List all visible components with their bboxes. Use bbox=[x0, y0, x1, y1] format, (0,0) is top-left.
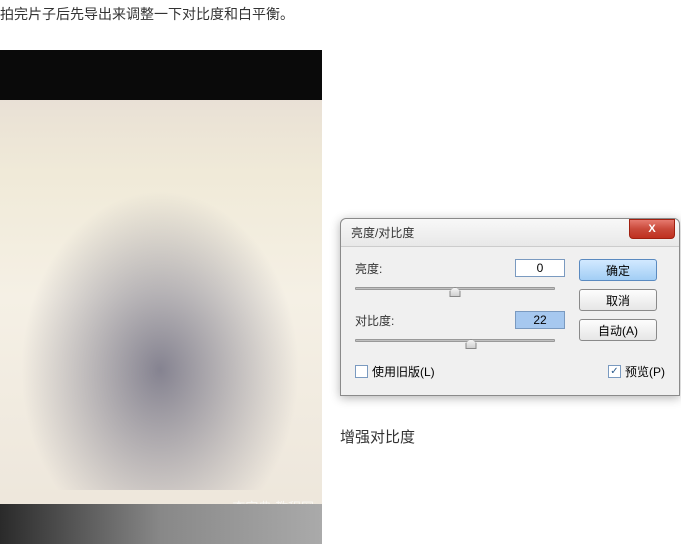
instruction-text: 拍完片子后先导出来调整一下对比度和白平衡。 bbox=[0, 4, 294, 24]
contrast-slider[interactable] bbox=[355, 335, 555, 349]
auto-button[interactable]: 自动(A) bbox=[579, 319, 657, 341]
brightness-row: 亮度: bbox=[355, 259, 565, 277]
legacy-checkbox-row: 使用旧版(L) bbox=[355, 363, 565, 380]
cancel-button[interactable]: 取消 bbox=[579, 289, 657, 311]
slider-line bbox=[355, 339, 555, 342]
ok-button[interactable]: 确定 bbox=[579, 259, 657, 281]
controls-right: 确定 取消 自动(A) bbox=[579, 247, 679, 341]
brightness-slider[interactable] bbox=[355, 283, 555, 297]
dialog-body: 亮度: 对比度: 使用旧版(L) 确定 bbox=[341, 247, 679, 392]
contrast-row: 对比度: bbox=[355, 311, 565, 329]
brightness-input[interactable] bbox=[515, 259, 565, 277]
controls-left: 亮度: 对比度: 使用旧版(L) bbox=[355, 259, 565, 380]
preview-label: 预览(P) bbox=[625, 363, 665, 380]
legacy-label: 使用旧版(L) bbox=[372, 363, 435, 380]
brightness-label: 亮度: bbox=[355, 260, 405, 277]
legacy-checkbox[interactable] bbox=[355, 365, 368, 378]
watermark: 查字典 教程网 jiaocheng.chazidian.com bbox=[193, 500, 314, 530]
brightness-contrast-dialog: 亮度/对比度 X 亮度: 对比度: bbox=[340, 218, 680, 396]
caption-text: 增强对比度 bbox=[340, 426, 415, 447]
close-icon: X bbox=[648, 223, 655, 235]
studio-photo: 查字典 教程网 jiaocheng.chazidian.com bbox=[0, 50, 322, 544]
contrast-label: 对比度: bbox=[355, 312, 405, 329]
close-button[interactable]: X bbox=[629, 219, 675, 239]
preview-checkbox[interactable]: ✓ bbox=[608, 365, 621, 378]
watermark-line1: 查字典 教程网 bbox=[193, 500, 314, 517]
preview-checkbox-row: ✓ 预览(P) bbox=[608, 363, 665, 380]
contrast-input[interactable] bbox=[515, 311, 565, 329]
dialog-titlebar[interactable]: 亮度/对比度 X bbox=[341, 219, 679, 247]
watermark-line2: jiaocheng.chazidian.com bbox=[193, 517, 314, 530]
photo-content bbox=[20, 190, 300, 490]
dialog-title: 亮度/对比度 bbox=[351, 224, 414, 241]
